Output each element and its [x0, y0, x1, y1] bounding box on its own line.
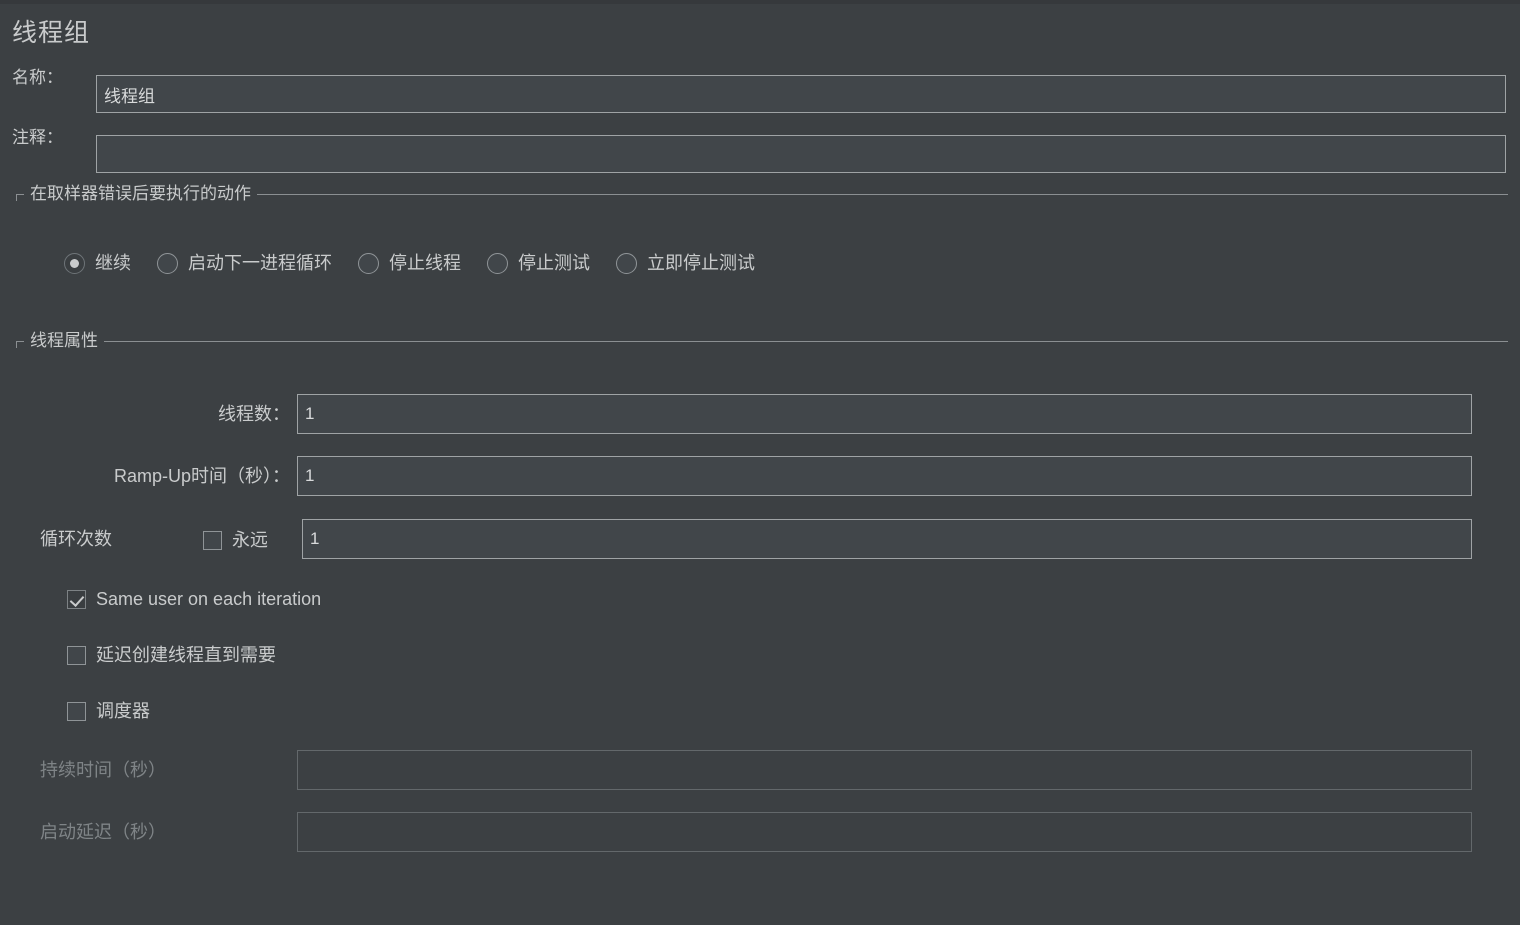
duration-input[interactable]	[297, 750, 1472, 790]
delayed-start-checkbox-label: 延迟创建线程直到需要	[96, 645, 276, 665]
loop-count-label: 循环次数	[40, 529, 112, 549]
checkbox-icon	[67, 701, 86, 721]
radio-continue-label: 继续	[95, 253, 131, 273]
error-action-radio-group: 继续 启动下一进程循环 停止线程 停止测试 立即停止测试	[64, 252, 781, 274]
checkbox-icon	[67, 589, 86, 609]
delayed-start-checkbox[interactable]: 延迟创建线程直到需要	[67, 644, 276, 666]
radio-stop-test[interactable]: 停止测试	[487, 252, 590, 274]
num-threads-label: 线程数：	[218, 404, 290, 424]
radio-button-icon	[616, 252, 637, 274]
radio-stop-test-now-label: 立即停止测试	[647, 253, 755, 273]
loop-count-input[interactable]	[302, 519, 1472, 559]
same-user-checkbox-label: Same user on each iteration	[96, 589, 322, 609]
radio-button-icon	[358, 252, 379, 274]
radio-button-icon	[487, 252, 508, 274]
comment-label: 注释：	[12, 128, 63, 147]
comment-input[interactable]	[96, 135, 1506, 173]
checkbox-icon	[67, 645, 86, 665]
same-user-checkbox[interactable]: Same user on each iteration	[67, 588, 321, 610]
group-border-line	[16, 341, 1508, 342]
checkbox-icon	[203, 530, 222, 550]
radio-start-next-loop-label: 启动下一进程循环	[188, 253, 332, 273]
name-input[interactable]	[96, 75, 1506, 113]
duration-label: 持续时间（秒）	[40, 760, 166, 780]
error-action-group-legend: 在取样器错误后要执行的动作	[24, 182, 257, 206]
page-title: 线程组	[12, 19, 91, 47]
radio-stop-thread[interactable]: 停止线程	[358, 252, 461, 274]
num-threads-input[interactable]	[297, 394, 1472, 434]
radio-button-icon	[157, 252, 178, 274]
startup-delay-input[interactable]	[297, 812, 1472, 852]
radio-start-next-loop[interactable]: 启动下一进程循环	[157, 252, 332, 274]
radio-stop-test-now[interactable]: 立即停止测试	[616, 252, 755, 274]
scheduler-checkbox-label: 调度器	[96, 701, 150, 721]
scheduler-checkbox[interactable]: 调度器	[67, 700, 150, 722]
forever-checkbox[interactable]: 永远	[203, 529, 268, 551]
radio-stop-thread-label: 停止线程	[389, 253, 461, 273]
radio-continue[interactable]: 继续	[64, 252, 131, 274]
ramp-up-label: Ramp-Up时间（秒）：	[113, 466, 290, 486]
group-border-tick	[16, 194, 17, 201]
thread-properties-group-legend: 线程属性	[24, 329, 104, 353]
radio-stop-test-label: 停止测试	[518, 253, 590, 273]
name-label: 名称：	[12, 68, 63, 87]
ramp-up-input[interactable]	[297, 456, 1472, 496]
startup-delay-label: 启动延迟（秒）	[40, 822, 166, 842]
radio-button-icon	[64, 252, 85, 274]
thread-group-panel: 线程组 名称： 注释： 在取样器错误后要执行的动作 继续 启动下一进程循环 停止…	[0, 4, 1520, 925]
forever-checkbox-label: 永远	[232, 530, 268, 550]
group-border-tick	[16, 341, 17, 348]
